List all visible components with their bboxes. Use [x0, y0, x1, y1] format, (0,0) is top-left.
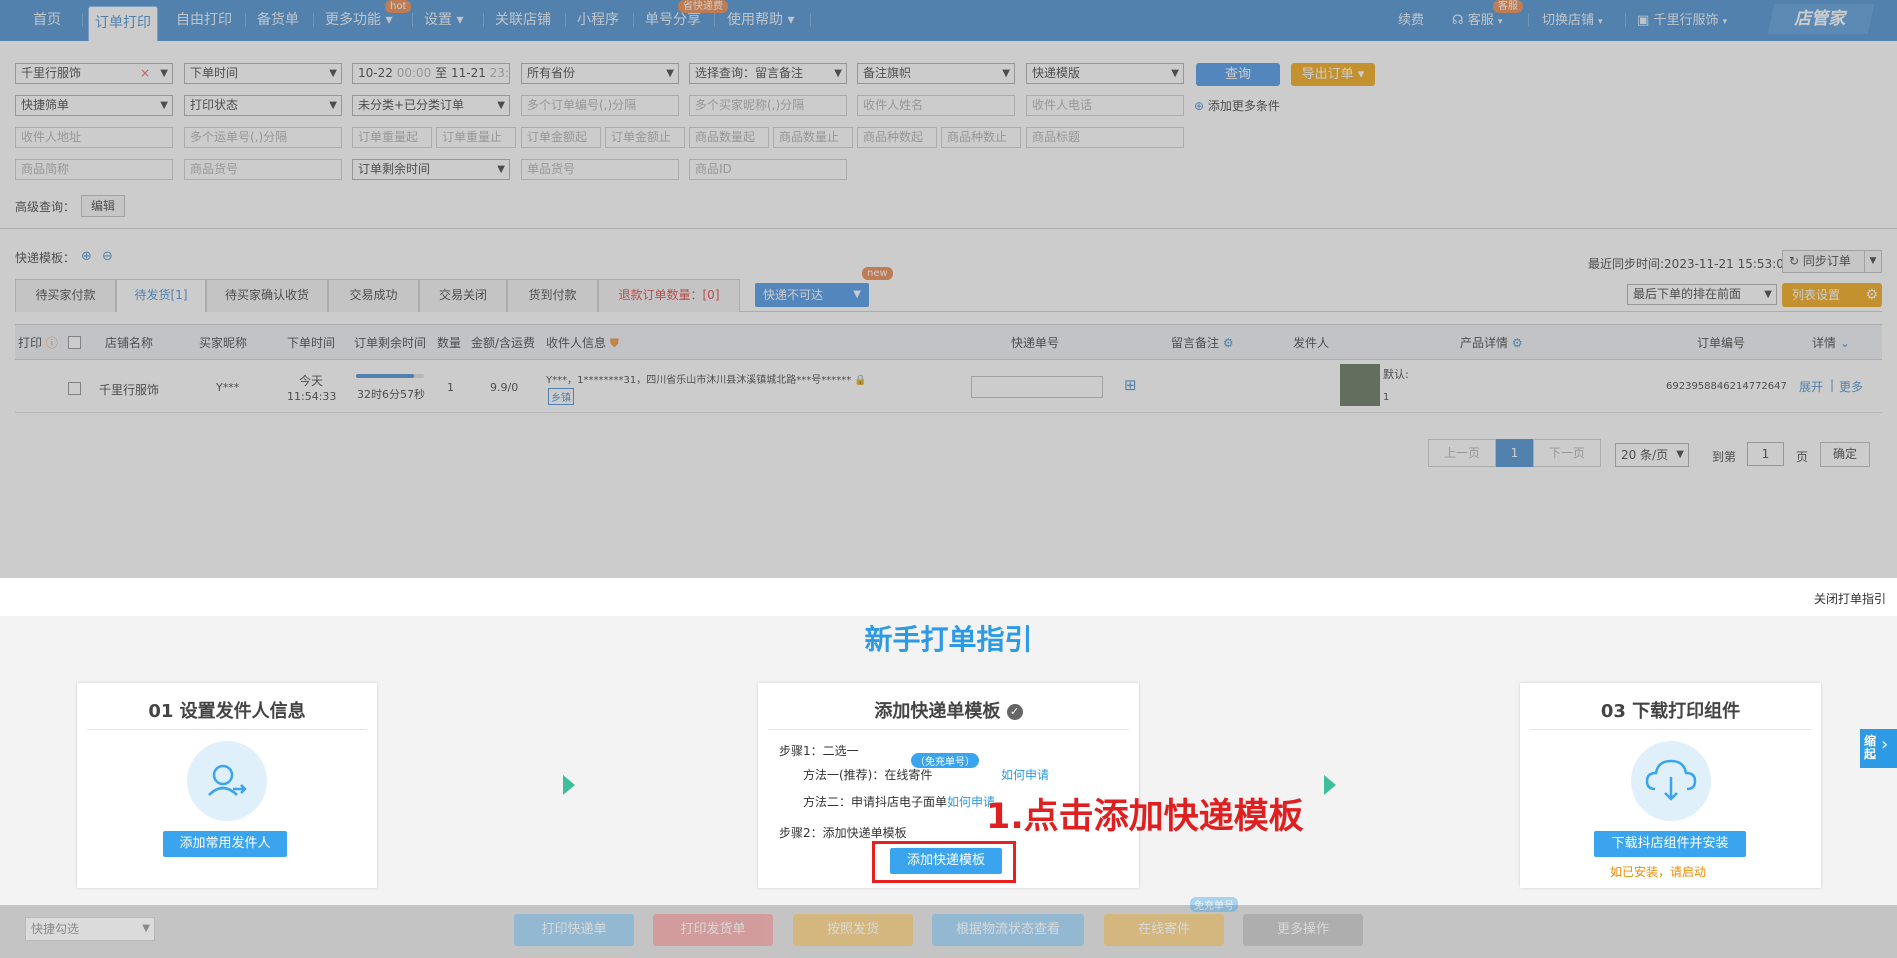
- express-template-card: 添加快递单模板 ✓ 步骤1：二选一 （免充单号） 方法一(推荐)：在线寄件 如何…: [758, 683, 1139, 888]
- collapse-guide-button[interactable]: 缩起 ›: [1860, 729, 1897, 768]
- close-guide-link[interactable]: 关闭打单指引: [1814, 590, 1886, 607]
- online-ship-button[interactable]: 在线寄件: [1104, 914, 1224, 946]
- template-card-title: 添加快递单模板 ✓: [758, 697, 1139, 723]
- check-circle-icon: ✓: [1006, 704, 1023, 720]
- template-card-title-text: 添加快递单模板: [874, 701, 1001, 722]
- quick-select-value: 快捷勾选: [31, 922, 80, 936]
- download-card-title: 03 下载打印组件: [1600, 701, 1741, 722]
- collapse-label: 缩起: [1864, 734, 1877, 761]
- more-operations-button[interactable]: 更多操作: [1243, 914, 1363, 946]
- sender-card-title: 01 设置发件人信息: [148, 701, 306, 722]
- ship-button[interactable]: 按照发货: [793, 914, 913, 946]
- cloud-download-icon: [1631, 741, 1711, 821]
- print-ship-button[interactable]: 打印发货单: [653, 914, 773, 946]
- quick-select-dropdown[interactable]: 快捷勾选 ▼: [25, 917, 155, 941]
- download-component-card: 03 下载打印组件 下载抖店组件并安装 如已安装，请启动: [1520, 683, 1821, 888]
- user-add-icon: [187, 741, 267, 821]
- method1-label: 方法一(推荐)：在线寄件: [803, 768, 933, 782]
- free-waybill-tag: 免充单号: [1190, 897, 1238, 912]
- instruction-annotation: 1.点击添加快递模板: [986, 797, 1304, 837]
- chevron-down-icon: ▼: [142, 923, 150, 934]
- step2-label: 步骤2：添加快递单模板: [779, 826, 907, 840]
- logistics-status-button[interactable]: 根据物流状态查看: [932, 914, 1084, 946]
- guide-title: 新手打单指引: [864, 623, 1033, 656]
- step1-label: 步骤1：二选一: [779, 744, 859, 758]
- arrow-right-icon: [1324, 775, 1336, 795]
- start-if-installed-link[interactable]: 如已安装，请启动: [1610, 863, 1706, 880]
- arrow-right-icon: [563, 775, 575, 795]
- card-divider: [768, 729, 1129, 730]
- download-install-button[interactable]: 下载抖店组件并安装: [1594, 831, 1746, 857]
- method2-label: 方法二：申请抖店电子面单: [803, 795, 948, 809]
- modal-backdrop: [0, 0, 1897, 578]
- card-divider: [87, 729, 367, 730]
- add-express-template-button[interactable]: 添加快递模板: [890, 848, 1002, 874]
- card-divider: [1530, 729, 1811, 730]
- method1-how-link[interactable]: 如何申请: [1001, 766, 1049, 783]
- chevron-right-icon: ›: [1881, 734, 1889, 755]
- sender-info-card: 01 设置发件人信息 添加常用发件人: [77, 683, 377, 888]
- add-sender-button[interactable]: 添加常用发件人: [163, 831, 287, 857]
- print-express-button[interactable]: 打印快递单: [514, 914, 634, 946]
- guide-top-bar: [0, 578, 1897, 616]
